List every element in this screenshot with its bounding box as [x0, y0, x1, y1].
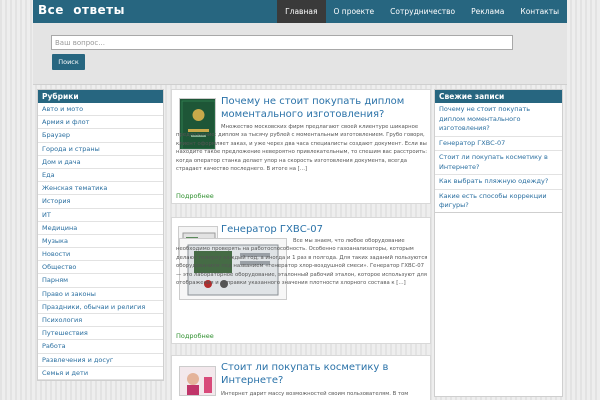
- category-item[interactable]: Общество: [38, 261, 163, 275]
- recent-post-link[interactable]: Какие есть способы коррекции фигуры?: [435, 190, 562, 213]
- category-item[interactable]: Авто и мото: [38, 103, 163, 117]
- categories-widget: Рубрики Авто и мото Армия и флот Браузер…: [37, 89, 164, 381]
- category-item[interactable]: Путешествия: [38, 327, 163, 341]
- search-button[interactable]: Поиск: [52, 54, 85, 70]
- recent-post-link[interactable]: Как выбрать пляжную одежду?: [435, 175, 562, 190]
- post-title[interactable]: Стоит ли покупать косметику в Интернете?: [221, 362, 426, 387]
- post-title[interactable]: Почему не стоит покупать диплом моментал…: [221, 96, 426, 121]
- post-card: Стоит ли покупать косметику в Интернете?…: [171, 355, 431, 400]
- category-item[interactable]: Право и законы: [38, 288, 163, 301]
- site-logo[interactable]: Все ответы: [38, 3, 125, 17]
- category-item[interactable]: Работа: [38, 340, 163, 354]
- post-excerpt: Все мы знаем, что любое оборудование нео…: [176, 238, 428, 287]
- category-item[interactable]: Медицина: [38, 222, 163, 235]
- nav-item-home[interactable]: Главная: [277, 0, 326, 23]
- recent-post-link[interactable]: Генератор ГХВС-07: [435, 137, 562, 151]
- recent-posts-widget: Свежие записи Почему не стоит покупать д…: [434, 89, 563, 214]
- category-item[interactable]: Развлечения и досуг: [38, 354, 163, 367]
- post-card: Почему не стоит покупать диплом моментал…: [171, 89, 431, 204]
- category-item[interactable]: Дом и дача: [38, 156, 163, 169]
- category-item[interactable]: Праздники, обычаи и религия: [38, 301, 163, 314]
- nav-item-cooperation[interactable]: Сотрудничество: [382, 0, 463, 23]
- recent-post-link[interactable]: Стоит ли покупать косметику в Интернете?: [435, 151, 562, 175]
- recent-posts-title: Свежие записи: [435, 90, 562, 103]
- recent-post-link[interactable]: Почему не стоит покупать диплом моментал…: [435, 103, 562, 137]
- search-input[interactable]: [51, 35, 513, 50]
- read-more-link[interactable]: Подробнее: [176, 332, 214, 340]
- cosmetics-image[interactable]: [179, 366, 216, 396]
- header-search-area: Поиск: [33, 23, 567, 85]
- post-excerpt: Интернет дарит массу возможностей своим …: [221, 391, 409, 397]
- category-item[interactable]: Еда: [38, 169, 163, 183]
- category-item[interactable]: Новости: [38, 248, 163, 262]
- categories-title: Рубрики: [38, 90, 163, 103]
- category-item[interactable]: История: [38, 195, 163, 209]
- top-bar: Все ответы Главная О проекте Сотрудничес…: [33, 0, 567, 23]
- right-sidebar: Свежие записи Почему не стоит покупать д…: [434, 89, 563, 397]
- main-nav: Главная О проекте Сотрудничество Реклама…: [277, 0, 567, 23]
- nav-item-about[interactable]: О проекте: [326, 0, 383, 23]
- nav-item-contacts[interactable]: Контакты: [512, 0, 567, 23]
- category-item[interactable]: Женская тематика: [38, 182, 163, 196]
- category-item[interactable]: Музыка: [38, 235, 163, 249]
- post-card: Генератор ГХВС-07 Все мы знаем, что любо…: [171, 217, 431, 344]
- read-more-link[interactable]: Подробнее: [176, 192, 214, 200]
- category-item[interactable]: Психология: [38, 314, 163, 328]
- empty-widget: [434, 212, 563, 397]
- category-item[interactable]: Армия и флот: [38, 116, 163, 130]
- category-item[interactable]: Парням: [38, 274, 163, 288]
- post-title[interactable]: Генератор ГХВС-07: [221, 224, 426, 237]
- nav-item-ads[interactable]: Реклама: [463, 0, 512, 23]
- category-item[interactable]: Браузер: [38, 129, 163, 143]
- category-item[interactable]: ИТ: [38, 209, 163, 222]
- category-item[interactable]: Семья и дети: [38, 367, 163, 380]
- post-excerpt: Множество московских фирм предлагают сво…: [176, 124, 428, 173]
- category-item[interactable]: Города и страны: [38, 143, 163, 156]
- page-wrapper: Все ответы Главная О проекте Сотрудничес…: [33, 0, 567, 400]
